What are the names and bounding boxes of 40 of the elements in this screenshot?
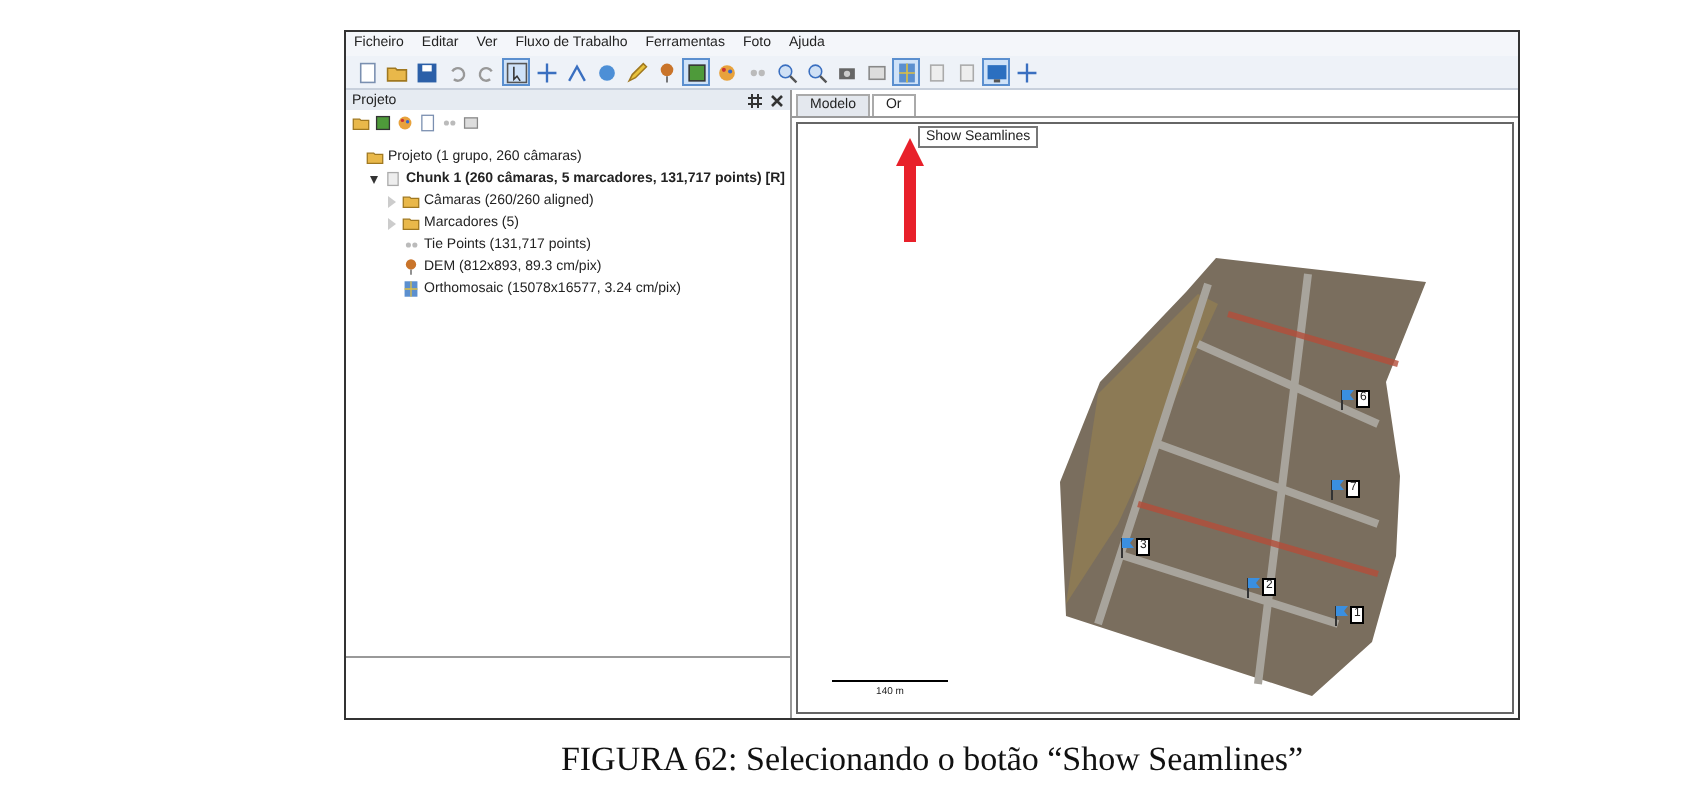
close-icon[interactable] [770,93,784,107]
save-button[interactable] [412,58,440,86]
zoom-out-icon [805,61,827,83]
sphere-icon [595,61,617,83]
document-icon [355,61,377,83]
zoom-in-button[interactable] [772,58,800,86]
expanded-arrow-icon[interactable] [368,173,380,185]
pencil-button[interactable] [622,58,650,86]
marker-flag-icon[interactable] [1334,606,1348,626]
marker-flag-icon[interactable] [1120,538,1134,558]
pencil-icon [625,61,647,83]
page-icon [955,61,977,83]
image-icon [685,61,707,83]
image-button[interactable] [682,58,710,86]
document-icon[interactable] [418,114,436,132]
marker-flag-icon[interactable] [1330,480,1344,500]
page-icon [925,61,947,83]
seamlines-button[interactable] [892,58,920,86]
monitor-icon [985,61,1007,83]
window-icon[interactable] [462,114,480,132]
redo-icon [475,61,497,83]
cursor-button[interactable] [502,58,530,86]
image-icon[interactable] [374,114,392,132]
palette-icon [715,61,737,83]
cursor-icon [505,61,527,83]
palette-icon[interactable] [396,114,414,132]
save-icon [415,61,437,83]
pointer-arrow [896,138,924,242]
zoom-out-button[interactable] [802,58,830,86]
seamlines-icon [895,61,917,83]
figure-caption: FIGURA 62: Selecionando o botão “Show Seamlines” [560,740,1304,778]
marker-flag-icon[interactable] [1246,578,1260,598]
monitor-button[interactable] [982,58,1010,86]
seamlines-icon [402,280,420,298]
dots-icon [402,236,420,254]
dots-icon[interactable] [440,114,458,132]
marker-flag-icon[interactable] [1340,390,1354,410]
window-icon [865,61,887,83]
page-icon [384,170,402,188]
zoom-in-icon [775,61,797,83]
